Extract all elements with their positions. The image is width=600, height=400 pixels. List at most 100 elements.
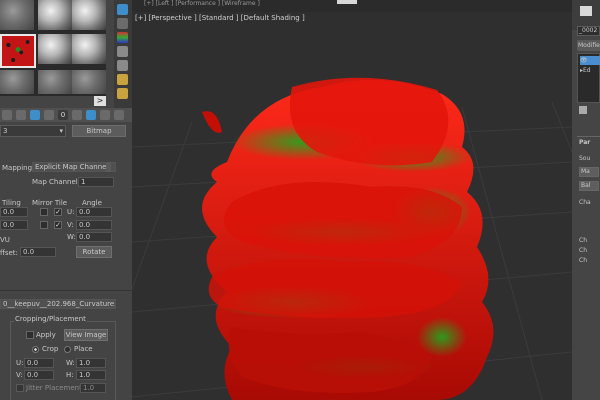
other-viewport-thumb — [337, 0, 357, 4]
modifier-stack: 👁 ▸Ed — [577, 53, 600, 103]
map-button[interactable]: Ma — [579, 167, 599, 177]
reset-map-icon[interactable] — [44, 110, 54, 120]
background-icon[interactable] — [117, 32, 128, 43]
perspective-viewport[interactable]: [+] [Perspective ] [Standard ] [Default … — [132, 12, 572, 400]
crop-radio[interactable] — [32, 346, 39, 353]
red-green-mesh — [202, 77, 494, 400]
mapping-label: Mapping: — [2, 164, 35, 172]
crop-u-field[interactable]: 0.0 — [24, 358, 54, 368]
material-type-button[interactable]: Bitmap — [72, 125, 126, 137]
u-mirror-checkbox[interactable] — [40, 208, 48, 216]
object-name-field[interactable]: _0002 — [577, 26, 600, 36]
crop-v-label: V: — [16, 371, 23, 379]
bake-button[interactable]: Bal — [579, 181, 599, 191]
viewport-top-strip: [+] [Left ] [Performance ] [Wireframe ] — [132, 0, 572, 12]
crop-u-label: U: — [16, 359, 24, 367]
source-label: Sou — [579, 155, 591, 162]
parameters-rollout: Par Sou Ma Bal Cha Ch Ch Ch — [577, 136, 600, 296]
material-slot[interactable] — [72, 34, 106, 64]
material-slot[interactable] — [0, 70, 34, 94]
mirror-tile-label: Mirror Tile — [32, 199, 68, 207]
jitter-label: Jitter Placement: — [26, 384, 85, 392]
rotate-button[interactable]: Rotate — [76, 246, 112, 258]
options-icon[interactable] — [117, 88, 128, 99]
crop-w-field[interactable]: 1.0 — [76, 358, 106, 368]
video-check-icon[interactable] — [117, 60, 128, 71]
map-channel-label: Map Channel: — [32, 178, 81, 186]
place-radio[interactable] — [64, 346, 71, 353]
other-viewport-label[interactable]: [+] [Left ] [Performance ] [Wireframe ] — [144, 0, 260, 7]
w-angle-label: W: — [67, 233, 76, 241]
go-forward-icon[interactable] — [114, 110, 124, 120]
offset-label: ffset: — [0, 249, 18, 257]
material-name-value: 3 — [3, 127, 8, 135]
v-mirror-checkbox[interactable] — [40, 221, 48, 229]
material-slot-active[interactable] — [0, 34, 36, 68]
mapping-dropdown[interactable]: Explicit Map Channel — [32, 162, 116, 172]
crop-label: Crop — [42, 345, 59, 353]
stack-item[interactable]: ▸Ed — [580, 66, 600, 75]
put-to-scene-icon[interactable] — [16, 110, 26, 120]
v-angle-label: V: — [67, 221, 74, 229]
material-slot[interactable] — [0, 0, 34, 30]
jitter-checkbox[interactable] — [16, 384, 24, 392]
bitmap-path-button[interactable]: 0__keepuv__202.968_Curvature.JPG — [0, 299, 116, 309]
sample-type-icon[interactable] — [117, 4, 128, 15]
stack-item-selected[interactable]: 👁 — [580, 56, 600, 65]
make-preview-icon[interactable] — [117, 74, 128, 85]
parameters-title: Par — [579, 139, 591, 146]
show-map-in-viewport-icon[interactable] — [86, 110, 96, 120]
backlight-icon[interactable] — [117, 18, 128, 29]
viewport-scene — [132, 77, 572, 400]
material-slot[interactable] — [38, 70, 72, 94]
show-shaded-icon[interactable] — [72, 110, 82, 120]
w-angle-field[interactable]: 0.0 — [76, 232, 112, 242]
tiling-label: Tiling — [2, 199, 21, 207]
material-name-dropdown[interactable]: 3 ▾ — [0, 125, 66, 137]
angle-label: Angle — [82, 199, 102, 207]
crop-h-field[interactable]: 1.0 — [76, 370, 106, 380]
view-image-button[interactable]: View Image — [64, 329, 108, 341]
material-slot[interactable] — [38, 0, 72, 30]
crop-w-label: W: — [66, 359, 75, 367]
panel-tab-icon[interactable] — [580, 6, 592, 16]
get-material-icon[interactable] — [2, 110, 12, 120]
apply-checkbox[interactable] — [26, 331, 34, 339]
material-slot[interactable] — [72, 0, 106, 30]
cropping-title: Cropping/Placement — [14, 315, 87, 323]
material-side-toolbar — [114, 0, 132, 108]
crop-h-label: H: — [66, 371, 74, 379]
material-slots — [0, 0, 106, 96]
u-tile-checkbox[interactable]: ✓ — [54, 208, 62, 216]
uv-label: VU — [0, 236, 10, 244]
u-angle-field[interactable]: 0.0 — [76, 207, 112, 217]
v-tile-checkbox[interactable]: ✓ — [54, 221, 62, 229]
jitter-field[interactable]: 1.0 — [80, 383, 106, 393]
material-slot[interactable] — [38, 34, 72, 64]
uv-tiling-icon[interactable] — [117, 46, 128, 57]
offset-field[interactable]: 0.0 — [20, 247, 56, 257]
material-name-row: 3 ▾ Bitmap — [0, 125, 132, 139]
u-tiling-field[interactable]: 0.0 — [0, 207, 28, 217]
go-to-parent-icon[interactable] — [100, 110, 110, 120]
material-id-channel[interactable]: 0 — [58, 110, 68, 120]
slots-scroll-arrow[interactable]: > — [94, 96, 106, 106]
mapping-dropdown-arrow[interactable] — [106, 162, 111, 172]
material-editor-panel: > 0 3 ▾ Bitmap Mapping: Explicit Map Chan… — [0, 0, 132, 400]
pin-stack-icon[interactable] — [579, 106, 587, 114]
assign-to-selection-icon[interactable] — [30, 110, 40, 120]
modifier-list-dropdown[interactable]: Modifier — [577, 40, 600, 51]
v-tiling-field[interactable]: 0.0 — [0, 220, 28, 230]
place-label: Place — [74, 345, 93, 353]
v-angle-field[interactable]: 0.0 — [76, 220, 112, 230]
material-toolbar: 0 — [0, 108, 132, 122]
crop-v-field[interactable]: 0.0 — [24, 370, 54, 380]
map-channel-field[interactable]: 1 — [78, 177, 114, 187]
rollout-divider — [0, 290, 132, 291]
apply-label: Apply — [36, 331, 56, 339]
viewport-label-menu[interactable]: [+] [Perspective ] [Standard ] [Default … — [135, 14, 305, 22]
stack-item-label: Ed — [583, 67, 591, 74]
chevron-down-icon: ▾ — [59, 127, 63, 135]
material-slot[interactable] — [72, 70, 106, 94]
eye-icon[interactable]: 👁 — [580, 57, 588, 64]
